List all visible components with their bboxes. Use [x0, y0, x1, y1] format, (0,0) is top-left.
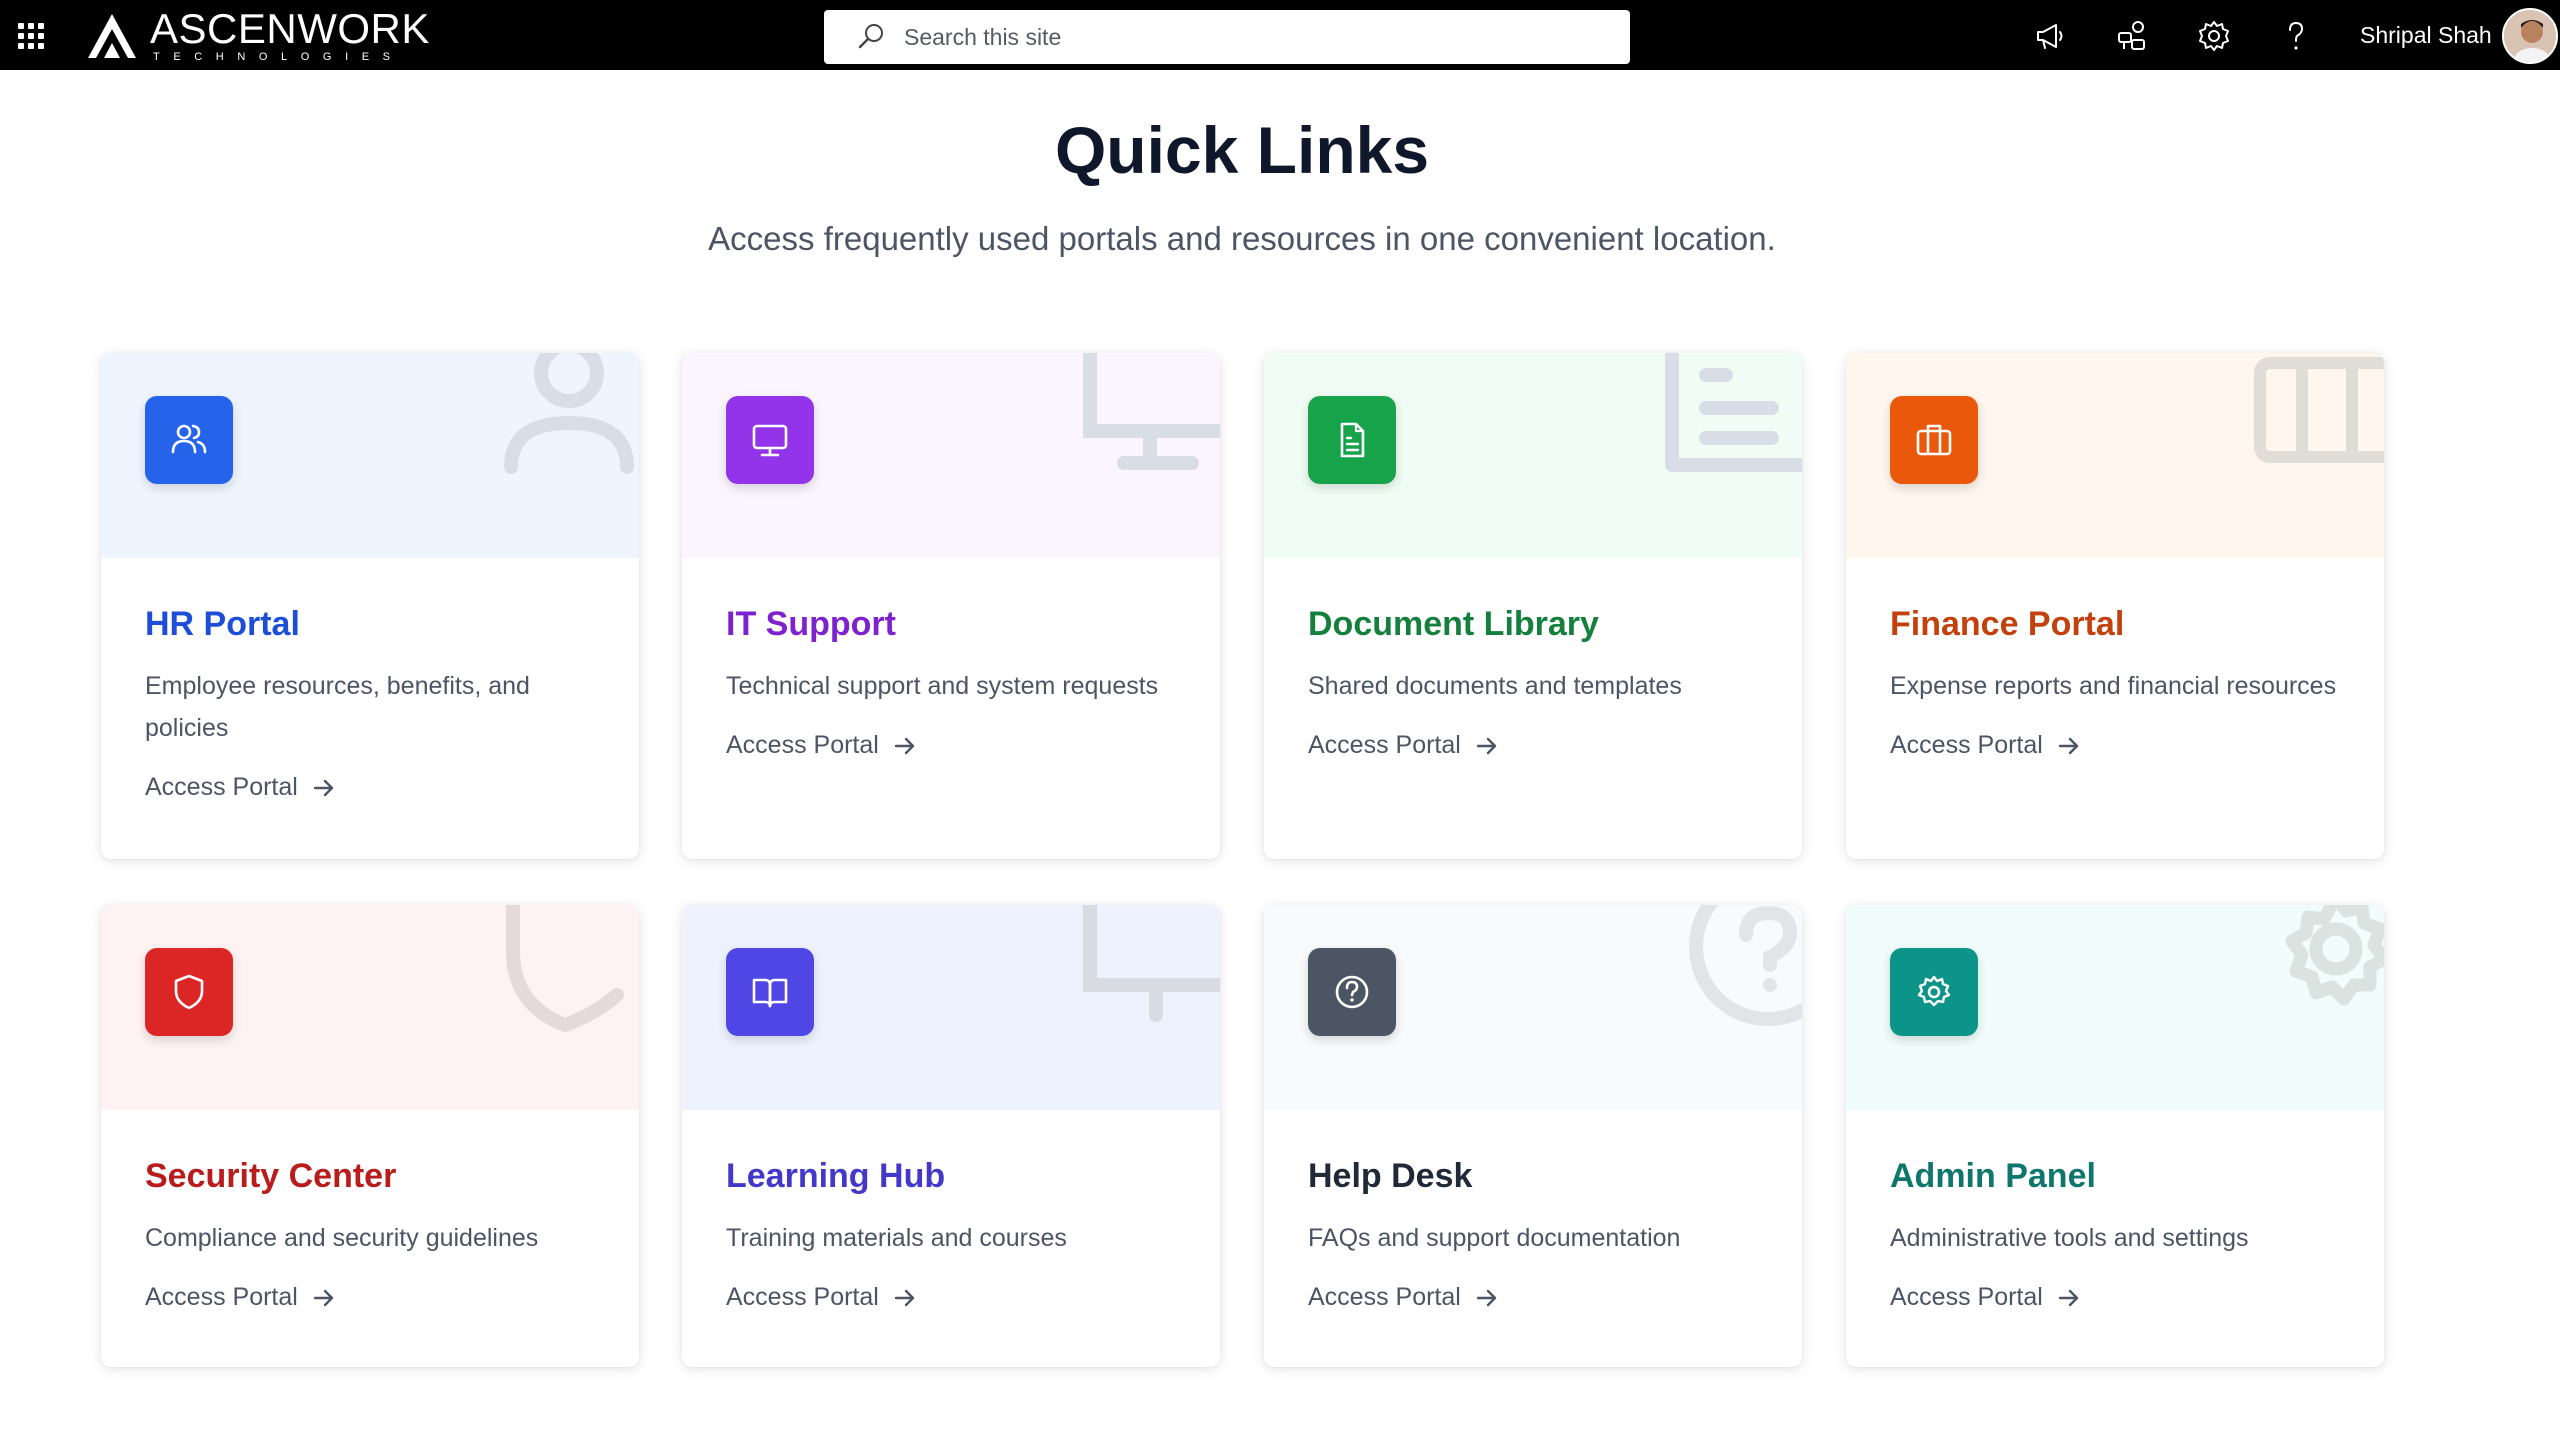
access-portal-link[interactable]: Access Portal [145, 773, 336, 802]
arrow-right-icon [894, 1289, 915, 1306]
arrow-right-icon [1476, 1289, 1497, 1306]
card-title[interactable]: Security Center [145, 1157, 396, 1196]
help-decoration-icon [1689, 905, 1802, 1026]
card-title[interactable]: Document Library [1308, 605, 1599, 644]
briefcase-icon [1890, 396, 1978, 484]
shield-decoration-icon [506, 905, 624, 1033]
access-portal-label: Access Portal [145, 773, 298, 801]
access-portal-label: Access Portal [1890, 731, 2043, 759]
card-finance-portal[interactable]: Finance Portal Expense reports and finan… [1846, 353, 2384, 859]
shield-icon [145, 948, 233, 1036]
arrow-right-icon [313, 1289, 334, 1306]
card-it-support[interactable]: IT Support Technical support and system … [682, 353, 1220, 859]
gear-icon [1890, 948, 1978, 1036]
brand-name: ASCENWORK [150, 4, 430, 52]
search-input[interactable]: Search this site [904, 24, 1061, 51]
page-title: Quick Links [1054, 113, 1430, 187]
monitor-icon [726, 396, 814, 484]
access-portal-link[interactable]: Access Portal [726, 1283, 917, 1312]
access-portal-label: Access Portal [726, 1283, 879, 1311]
user-name[interactable]: Shripal Shah [2360, 22, 2492, 49]
access-portal-label: Access Portal [1308, 731, 1461, 759]
card-help-desk[interactable]: Help Desk FAQs and support documentation… [1264, 905, 1802, 1367]
document-icon [1308, 396, 1396, 484]
logo-mark-icon [88, 14, 136, 58]
access-portal-link[interactable]: Access Portal [1890, 731, 2081, 760]
brand-logo[interactable]: ASCENWORK TECHNOLOGIES [84, 4, 430, 63]
access-portal-label: Access Portal [1890, 1283, 2043, 1311]
gear-decoration-icon [2285, 905, 2384, 1006]
card-title[interactable]: Finance Portal [1890, 605, 2124, 644]
card-description: Administrative tools and settings [1890, 1224, 2249, 1252]
settings-icon[interactable] [2196, 18, 2232, 54]
brand-tagline: TECHNOLOGIES [153, 50, 404, 63]
page-subtitle: Access frequently used portals and resou… [708, 220, 1776, 257]
user-photo-icon [2504, 10, 2556, 62]
card-description: Compliance and security guidelines [145, 1224, 539, 1252]
card-security-center[interactable]: Security Center Compliance and security … [101, 905, 639, 1367]
top-bar: ASCENWORK TECHNOLOGIES Search this site … [0, 0, 2560, 70]
monitor-decoration-icon [1083, 353, 1220, 470]
access-portal-label: Access Portal [1308, 1283, 1461, 1311]
card-description: Technical support and system requests [726, 672, 1159, 700]
access-portal-link[interactable]: Access Portal [1308, 1283, 1499, 1312]
search-box[interactable]: Search this site [824, 10, 1630, 64]
card-admin-panel[interactable]: Admin Panel Administrative tools and set… [1846, 905, 2384, 1367]
help-icon [1308, 948, 1396, 1036]
card-learning-hub[interactable]: Learning Hub Training materials and cour… [682, 905, 1220, 1367]
book-icon [726, 948, 814, 1036]
card-description: Training materials and courses [726, 1224, 1067, 1252]
users-decoration-icon [504, 353, 634, 474]
card-title[interactable]: Help Desk [1308, 1157, 1472, 1196]
app-launcher-icon[interactable] [18, 23, 44, 49]
card-title[interactable]: Learning Hub [726, 1157, 945, 1196]
briefcase-decoration-icon [2254, 357, 2384, 463]
card-title[interactable]: Admin Panel [1890, 1157, 2096, 1196]
search-icon [858, 24, 883, 49]
card-description: Employee resources, benefits, and polici… [145, 672, 530, 742]
arrow-right-icon [2058, 1289, 2079, 1306]
arrow-right-icon [894, 737, 915, 754]
arrow-right-icon [2058, 737, 2079, 754]
card-description: Expense reports and financial resources [1890, 672, 2337, 700]
megaphone-icon[interactable] [2032, 18, 2068, 54]
users-icon [145, 396, 233, 484]
access-portal-link[interactable]: Access Portal [1308, 731, 1499, 760]
avatar[interactable] [2502, 8, 2558, 64]
book-decoration-icon [1083, 905, 1220, 1022]
card-description: FAQs and support documentation [1308, 1224, 1681, 1252]
access-portal-link[interactable]: Access Portal [1890, 1283, 2081, 1312]
access-portal-label: Access Portal [145, 1283, 298, 1311]
card-title[interactable]: HR Portal [145, 605, 300, 644]
share-icon[interactable] [2114, 18, 2150, 54]
access-portal-label: Access Portal [726, 731, 879, 759]
card-description: Shared documents and templates [1308, 672, 1682, 700]
access-portal-link[interactable]: Access Portal [145, 1283, 336, 1312]
document-decoration-icon [1665, 353, 1802, 472]
arrow-right-icon [313, 779, 334, 796]
card-document-library[interactable]: Document Library Shared documents and te… [1264, 353, 1802, 859]
help-icon[interactable] [2278, 18, 2314, 54]
card-hr-portal[interactable]: HR Portal Employee resources, benefits, … [101, 353, 639, 859]
card-title[interactable]: IT Support [726, 605, 896, 644]
access-portal-link[interactable]: Access Portal [726, 731, 917, 760]
arrow-right-icon [1476, 737, 1497, 754]
